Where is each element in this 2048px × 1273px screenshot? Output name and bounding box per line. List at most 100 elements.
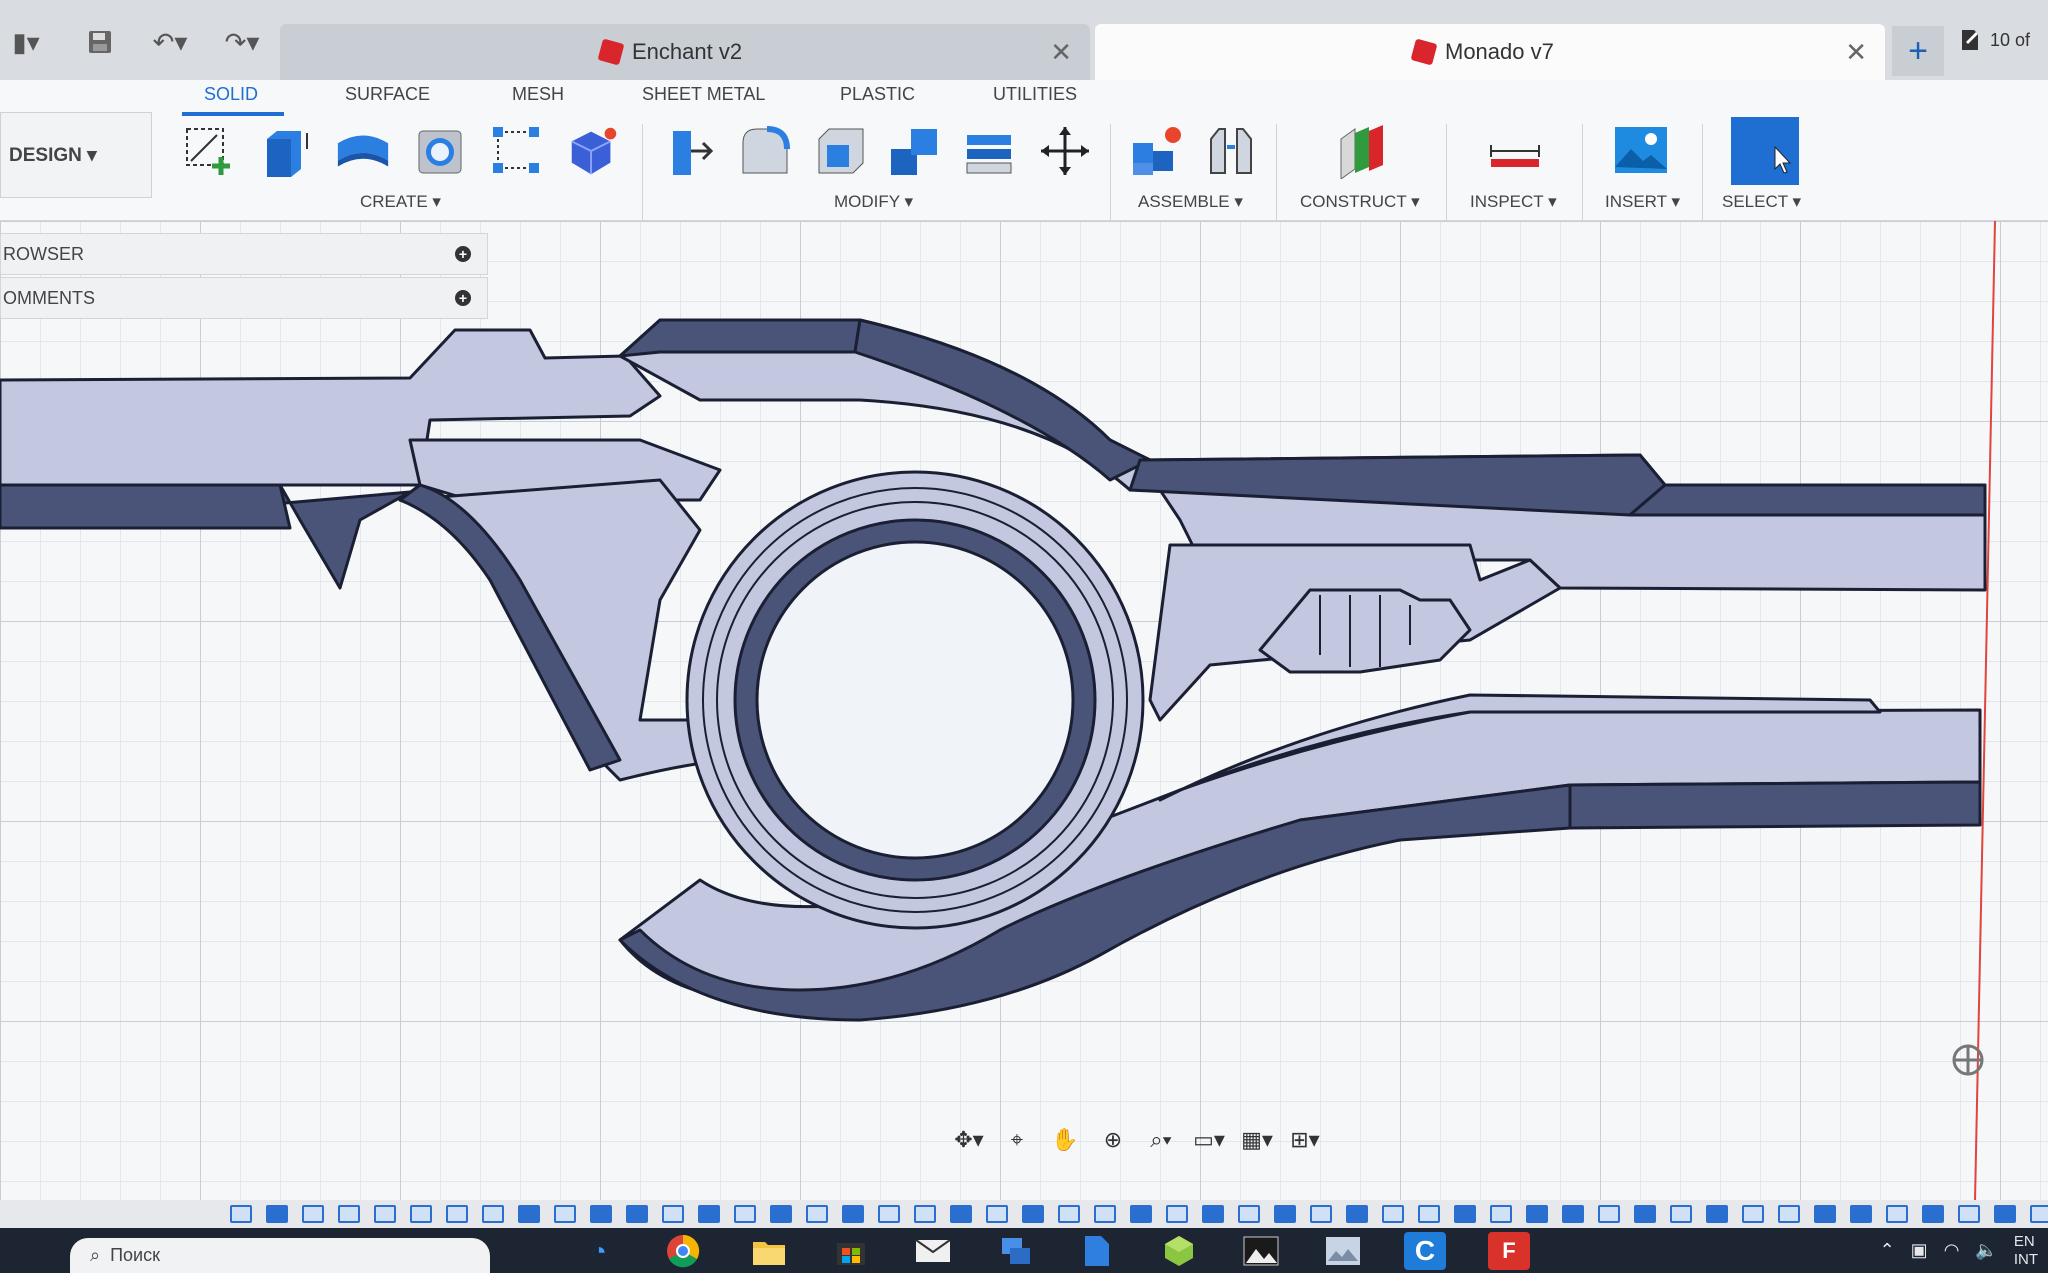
undo-icon[interactable]: ↶▾ — [140, 20, 200, 64]
timeline-feature[interactable] — [1346, 1205, 1368, 1223]
orbit-icon[interactable]: ✥▾ — [950, 1121, 988, 1159]
timeline-feature[interactable] — [1166, 1205, 1188, 1223]
timeline-feature[interactable] — [1562, 1205, 1584, 1223]
chrome-icon[interactable] — [662, 1232, 704, 1270]
mail-icon[interactable] — [912, 1232, 954, 1270]
workspace-design-button[interactable]: DESIGN ▾ — [0, 112, 152, 198]
move-copy-icon[interactable] — [1036, 122, 1094, 180]
timeline-feature[interactable] — [1706, 1205, 1728, 1223]
network-app-icon[interactable] — [994, 1232, 1036, 1270]
timeline-feature[interactable] — [1526, 1205, 1548, 1223]
pan-icon[interactable]: ✋ — [1046, 1121, 1084, 1159]
edge-icon[interactable]: ◔ — [578, 1232, 620, 1270]
new-tab-button[interactable]: + — [1892, 26, 1944, 76]
timeline-feature[interactable] — [1886, 1205, 1908, 1223]
model-monado[interactable] — [0, 221, 2048, 1201]
timeline-feature[interactable] — [554, 1205, 576, 1223]
language-indicator[interactable]: EN INT — [2014, 1233, 2038, 1269]
timeline-feature[interactable] — [1634, 1205, 1656, 1223]
timeline-feature[interactable] — [734, 1205, 756, 1223]
timeline-feature[interactable] — [806, 1205, 828, 1223]
timeline-feature[interactable] — [1418, 1205, 1440, 1223]
save-icon[interactable] — [80, 20, 120, 64]
timeline-feature[interactable] — [950, 1205, 972, 1223]
fillet-icon[interactable] — [736, 122, 794, 180]
tab-utilities[interactable]: UTILITIES — [993, 84, 1077, 105]
timeline-feature[interactable] — [1670, 1205, 1692, 1223]
timeline-feature[interactable] — [1022, 1205, 1044, 1223]
close-icon[interactable]: ✕ — [1050, 37, 1072, 68]
offset-face-icon[interactable] — [960, 122, 1018, 180]
wifi-icon[interactable]: ◠ — [1944, 1240, 1960, 1261]
notification-icon[interactable]: ▣ — [1911, 1240, 1928, 1261]
timeline-feature[interactable] — [1958, 1205, 1980, 1223]
3d-app-icon[interactable] — [1158, 1232, 1200, 1270]
timeline-feature[interactable] — [1094, 1205, 1116, 1223]
timeline-feature[interactable] — [1814, 1205, 1836, 1223]
timeline-feature[interactable] — [590, 1205, 612, 1223]
timeline-feature[interactable] — [374, 1205, 396, 1223]
extrude-icon[interactable] — [258, 122, 316, 180]
timeline-feature[interactable] — [662, 1205, 684, 1223]
timeline-feature[interactable] — [2030, 1205, 2048, 1223]
timeline-feature[interactable] — [338, 1205, 360, 1223]
timeline-feature[interactable] — [446, 1205, 468, 1223]
construct-group-label[interactable]: CONSTRUCT ▾ — [1300, 192, 1420, 212]
grid-settings-icon[interactable]: ▦▾ — [1238, 1121, 1276, 1159]
tab-sheet-metal[interactable]: SHEET METAL — [642, 84, 765, 105]
zoom-icon[interactable]: ⊕ — [1094, 1121, 1132, 1159]
tab-solid[interactable]: SOLID — [204, 84, 258, 105]
timeline-feature[interactable] — [1130, 1205, 1152, 1223]
volume-icon[interactable]: 🔈 — [1975, 1240, 1997, 1261]
press-pull-icon[interactable] — [662, 122, 720, 180]
timeline-feature[interactable] — [1598, 1205, 1620, 1223]
tab-monado[interactable]: Monado v7 ✕ — [1095, 24, 1885, 80]
timeline-feature[interactable] — [986, 1205, 1008, 1223]
timeline-feature[interactable] — [1058, 1205, 1080, 1223]
timeline-feature[interactable] — [482, 1205, 504, 1223]
timeline-feature[interactable] — [1742, 1205, 1764, 1223]
display-settings-icon[interactable]: ▭▾ — [1190, 1121, 1228, 1159]
file-menu-icon[interactable]: ▮▾ — [0, 20, 52, 64]
file-explorer-icon[interactable] — [748, 1232, 790, 1270]
assemble-group-label[interactable]: ASSEMBLE ▾ — [1138, 192, 1243, 212]
timeline-feature[interactable] — [878, 1205, 900, 1223]
timeline-feature[interactable] — [1274, 1205, 1296, 1223]
pattern-icon[interactable] — [488, 122, 546, 180]
viewports-icon[interactable]: ⊞▾ — [1286, 1121, 1324, 1159]
timeline-feature[interactable] — [518, 1205, 540, 1223]
hole-icon[interactable] — [412, 122, 470, 180]
timeline-feature[interactable] — [1850, 1205, 1872, 1223]
timeline-feature[interactable] — [914, 1205, 936, 1223]
job-status[interactable]: 10 of — [1958, 28, 2030, 52]
create-group-label[interactable]: CREATE ▾ — [360, 192, 441, 212]
history-timeline[interactable] — [0, 1200, 2048, 1228]
redo-icon[interactable]: ↷▾ — [212, 20, 272, 64]
store-icon[interactable] — [830, 1232, 872, 1270]
tab-plastic[interactable]: PLASTIC — [840, 84, 915, 105]
timeline-feature[interactable] — [1382, 1205, 1404, 1223]
close-icon[interactable]: ✕ — [1845, 37, 1867, 68]
timeline-feature[interactable] — [770, 1205, 792, 1223]
fit-icon[interactable]: ⌕▾ — [1142, 1121, 1180, 1159]
timeline-feature[interactable] — [410, 1205, 432, 1223]
create-sketch-icon[interactable] — [180, 122, 238, 180]
tab-enchant[interactable]: Enchant v2 ✕ — [280, 24, 1090, 80]
fusion-360-icon[interactable]: F — [1488, 1232, 1530, 1270]
joint-icon[interactable] — [1202, 122, 1260, 180]
insert-group-label[interactable]: INSERT ▾ — [1605, 192, 1680, 212]
timeline-feature[interactable] — [1202, 1205, 1224, 1223]
tab-mesh[interactable]: MESH — [512, 84, 564, 105]
combine-icon[interactable] — [886, 122, 944, 180]
timeline-feature[interactable] — [1454, 1205, 1476, 1223]
select-tool-icon[interactable] — [1730, 116, 1800, 186]
inspect-group-label[interactable]: INSPECT ▾ — [1470, 192, 1557, 212]
new-component-icon[interactable] — [1128, 122, 1186, 180]
timeline-feature[interactable] — [1310, 1205, 1332, 1223]
document-app-icon[interactable] — [1076, 1232, 1118, 1270]
look-at-icon[interactable]: ⌖ — [998, 1121, 1036, 1159]
modify-group-label[interactable]: MODIFY ▾ — [834, 192, 913, 212]
timeline-feature[interactable] — [698, 1205, 720, 1223]
chevron-up-icon[interactable]: ⌃ — [1880, 1240, 1895, 1261]
timeline-feature[interactable] — [1490, 1205, 1512, 1223]
